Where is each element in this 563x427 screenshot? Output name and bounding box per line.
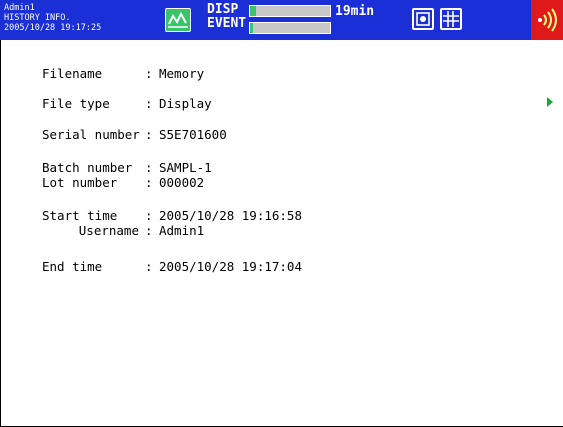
user-label: Admin1 xyxy=(4,3,35,13)
header-datetime: 2005/10/28 19:17:25 xyxy=(4,23,102,33)
end-time-label: End time xyxy=(42,259,103,274)
separator: : xyxy=(145,208,153,223)
batch-row: Batch number: SAMPL-1 xyxy=(42,160,212,175)
batch-value: SAMPL-1 xyxy=(159,160,212,175)
status-header: Admin1 HISTORY INFO. 2005/10/28 19:17:25… xyxy=(0,0,563,40)
mode-disp-label: DISP xyxy=(207,2,239,17)
start-time-value: 2005/10/28 19:16:58 xyxy=(159,208,302,223)
username-row: Username: Admin1 xyxy=(42,223,204,238)
start-time-label: Start time xyxy=(42,208,118,223)
separator: : xyxy=(145,127,153,142)
lot-row: Lot number:000002 xyxy=(42,175,204,190)
alarm-icon[interactable] xyxy=(531,0,563,40)
filename-row: Filename: Memory xyxy=(42,66,204,81)
grid-icon[interactable] xyxy=(440,8,462,30)
serial-row: Serial number: S5E701600 xyxy=(42,127,227,142)
start-time-row: Start time:2005/10/28 19:16:58 xyxy=(42,208,302,223)
filetype-row: File type: Display xyxy=(42,96,212,111)
batch-label: Batch number xyxy=(42,160,133,175)
lot-label: Lot number xyxy=(42,175,118,190)
remaining-time: 19min xyxy=(335,4,375,19)
header-info: Admin1 HISTORY INFO. 2005/10/28 19:17:25 xyxy=(4,3,101,33)
screen-name: HISTORY INFO. xyxy=(4,13,71,23)
lot-value: 000002 xyxy=(159,175,205,190)
filetype-value: Display xyxy=(159,96,212,111)
separator: : xyxy=(145,223,153,238)
username-value: Admin1 xyxy=(159,223,205,238)
history-content: Filename: Memory File type: Display Serial… xyxy=(0,40,563,427)
disp-memory-bar xyxy=(249,5,331,17)
separator: : xyxy=(145,96,153,111)
separator: : xyxy=(145,160,153,175)
event-memory-bar xyxy=(249,22,331,34)
history-info-screen: Admin1 HISTORY INFO. 2005/10/28 19:17:25… xyxy=(0,0,563,427)
filename-label: Filename xyxy=(42,66,103,81)
disp-memory-fill xyxy=(250,6,257,16)
mode-labels: DISP EVENT xyxy=(207,3,246,31)
end-time-value: 2005/10/28 19:17:04 xyxy=(159,259,302,274)
end-time-row: End time:2005/10/28 19:17:04 xyxy=(42,259,302,274)
display-mode-icon[interactable] xyxy=(165,8,191,32)
serial-label: Serial number xyxy=(42,127,140,142)
separator: : xyxy=(145,259,153,274)
separator: : xyxy=(145,175,153,190)
page-right-arrow-icon[interactable] xyxy=(547,97,553,107)
username-label: Username xyxy=(78,223,139,238)
filename-value: Memory xyxy=(159,66,205,81)
mode-event-label: EVENT xyxy=(207,16,247,31)
filetype-label: File type xyxy=(42,96,110,111)
serial-value: S5E701600 xyxy=(159,127,227,142)
separator: : xyxy=(145,66,153,81)
event-memory-fill xyxy=(250,23,254,33)
memory-media-icon[interactable] xyxy=(412,8,434,30)
